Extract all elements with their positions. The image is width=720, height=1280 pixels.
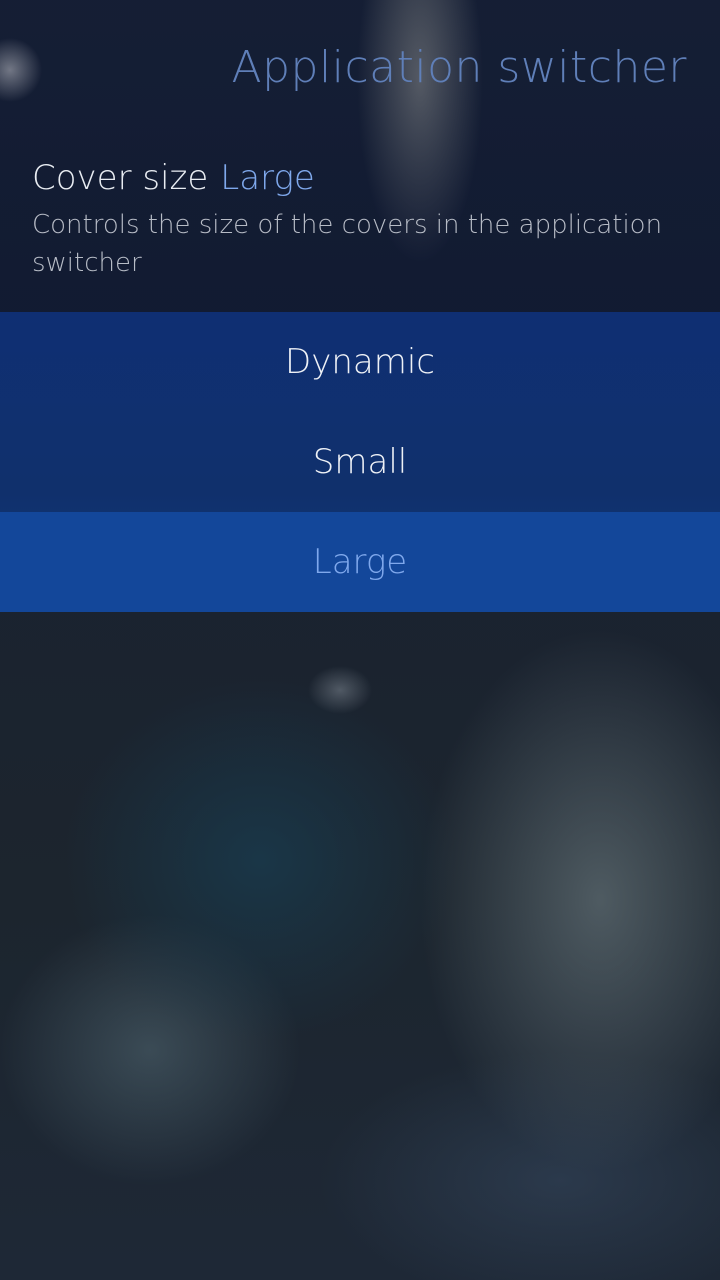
setting-current-value: Large (220, 158, 315, 198)
menu-item-small[interactable]: Small (0, 412, 720, 512)
setting-label: Cover size (32, 158, 209, 198)
page-title: Application switcher (231, 42, 687, 93)
setting-description: Controls the size of the covers in the a… (32, 210, 663, 278)
menu-item-large[interactable]: Large (0, 512, 720, 612)
cover-size-setting: Cover size Large (32, 158, 315, 198)
cover-size-options-menu: Dynamic Small Large (0, 312, 720, 612)
menu-item-dynamic[interactable]: Dynamic (0, 312, 720, 412)
